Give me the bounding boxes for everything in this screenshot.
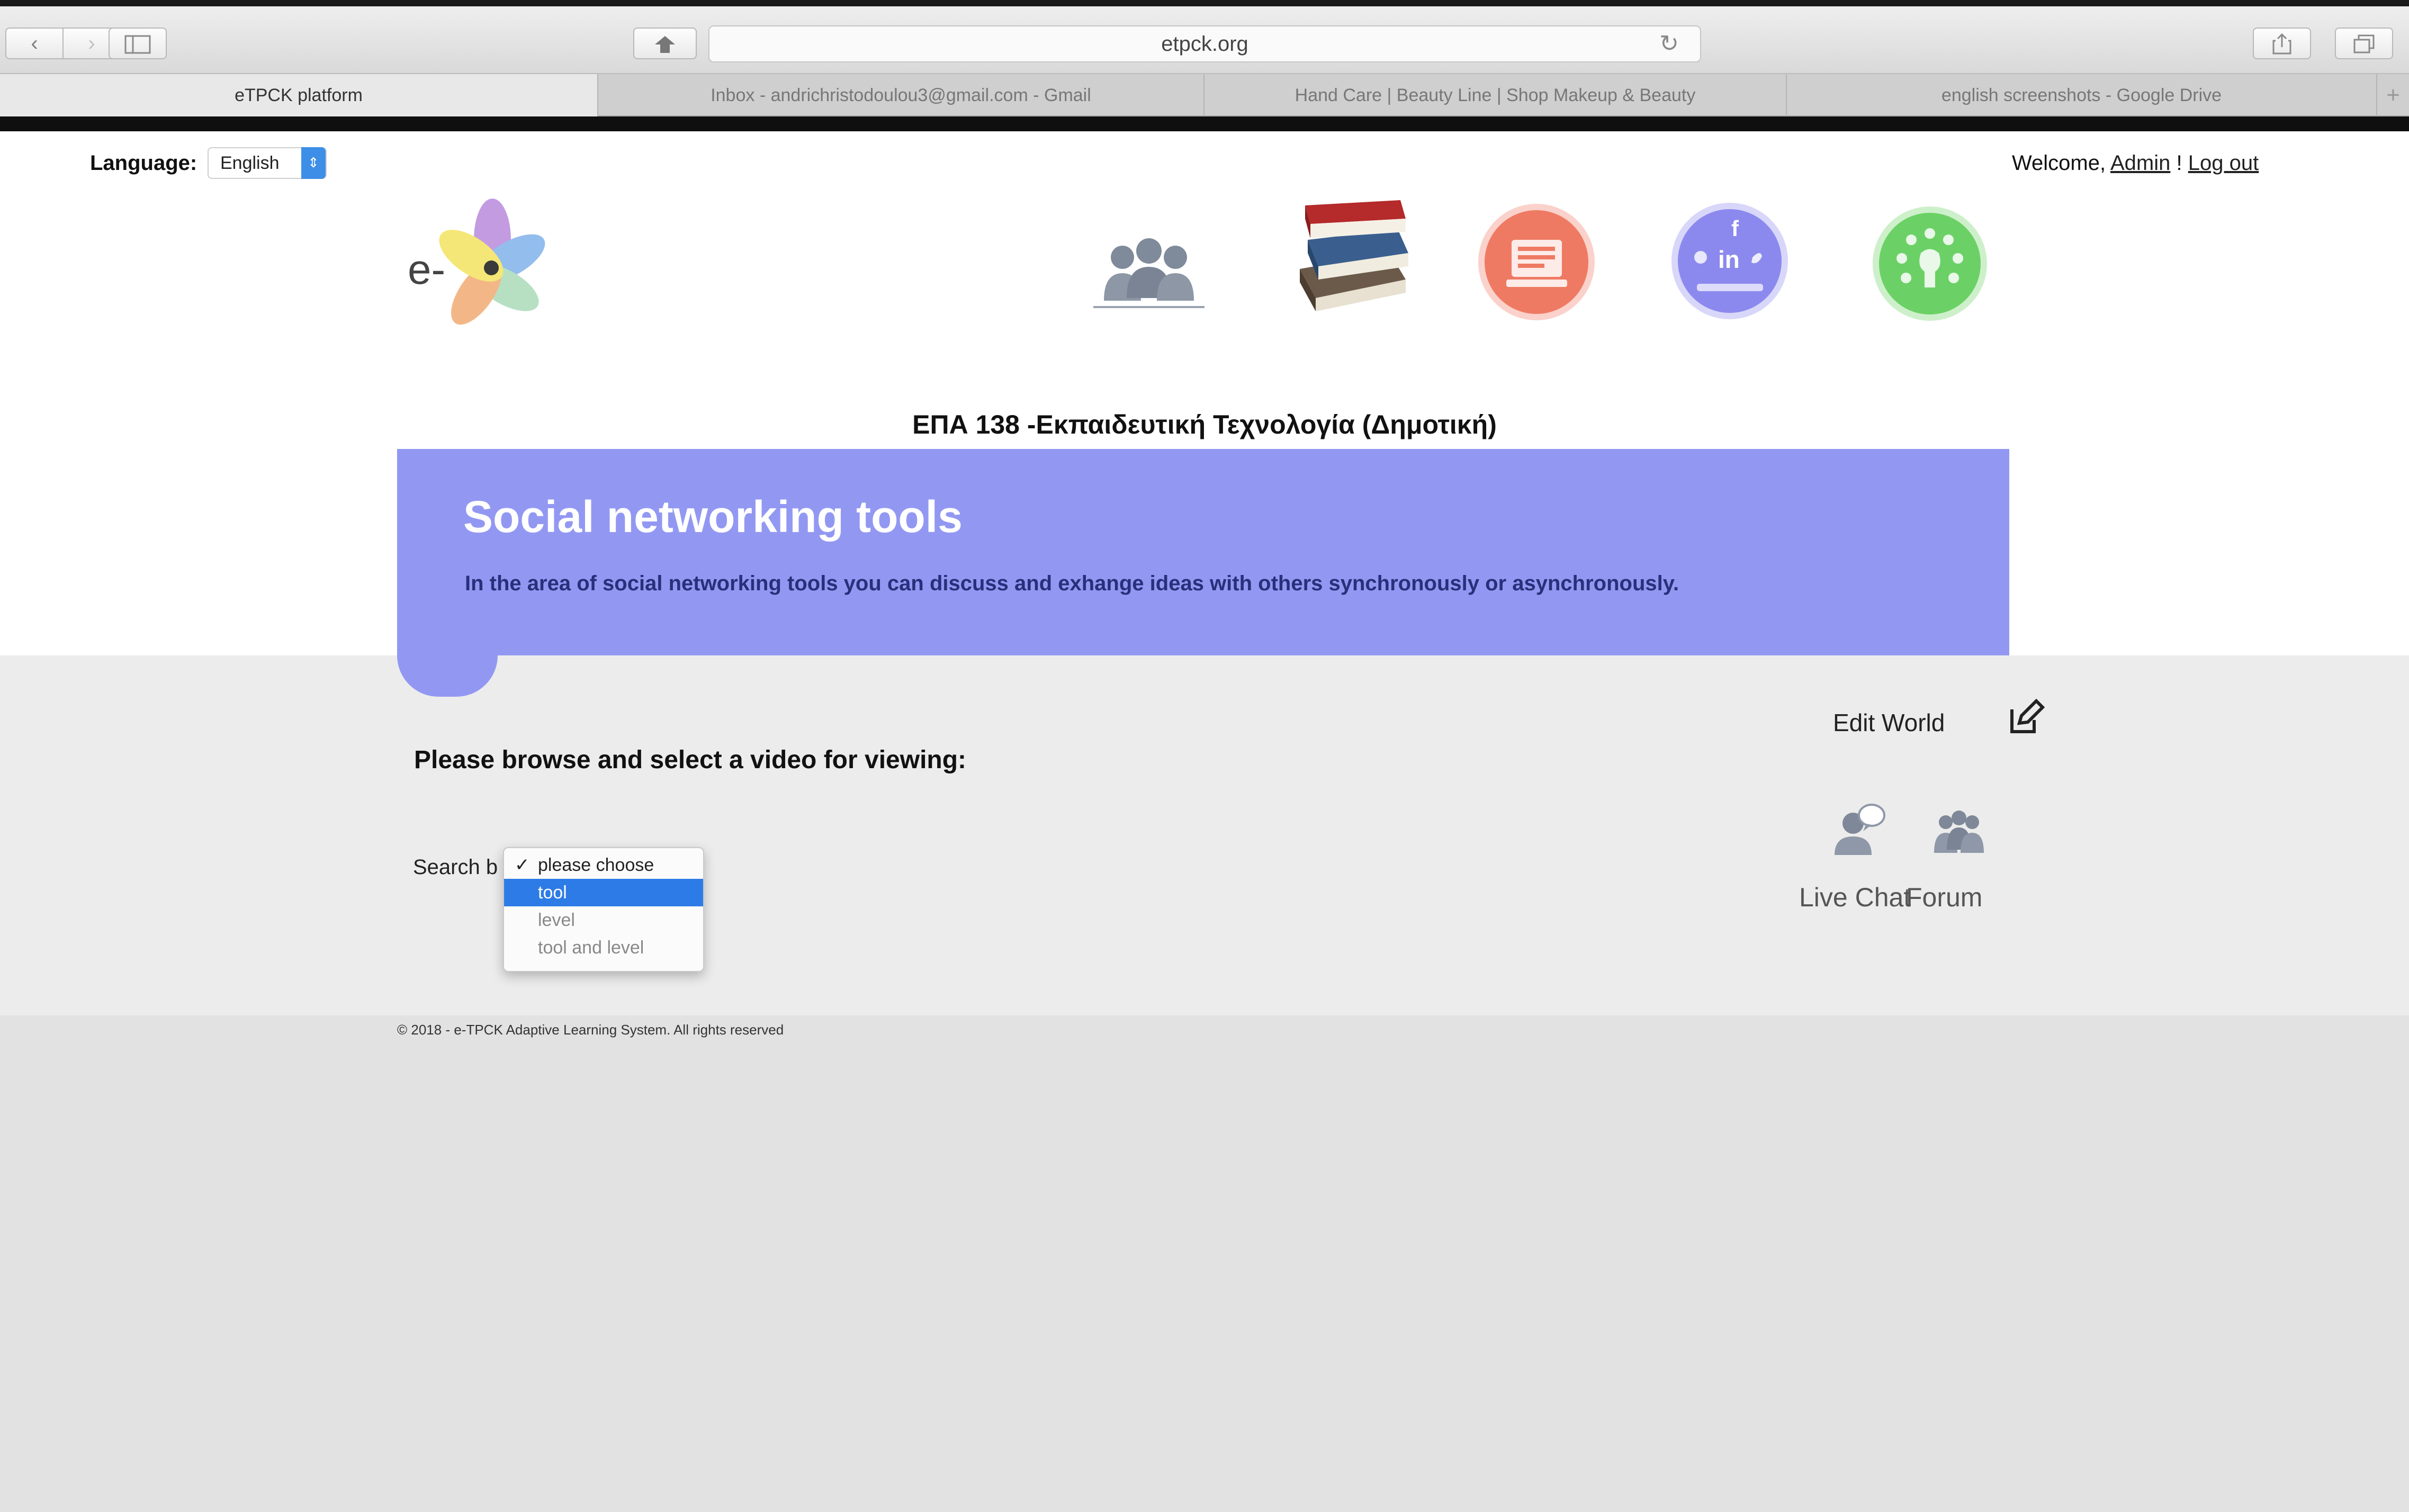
- social-media-icon[interactable]: f in: [1668, 199, 1792, 323]
- banner-tab-decoration: [397, 655, 498, 697]
- page-body: Language: English ⇕ Welcome, Admin ! Log…: [0, 131, 2409, 1512]
- tab-strip: eTPCK platform Inbox - andrichristodoulo…: [0, 74, 2409, 116]
- tab-etpck[interactable]: eTPCK platform: [0, 74, 598, 116]
- reload-icon[interactable]: ↻: [1659, 26, 1679, 61]
- plus-icon[interactable]: +: [2377, 74, 2409, 116]
- live-chat-label[interactable]: Live Chat: [1799, 882, 1911, 913]
- tab-google-drive[interactable]: english screenshots - Google Drive: [1787, 74, 2377, 116]
- svg-text:in: in: [1718, 246, 1740, 273]
- share-icon: [2272, 33, 2291, 55]
- browser-toolbar: ‹ › etpck.org ↻: [0, 6, 2409, 74]
- chevron-left-icon: ‹: [31, 32, 38, 55]
- window-divider: [0, 116, 2409, 131]
- welcome-text: Welcome,: [2012, 151, 2106, 175]
- idea-icon[interactable]: [1869, 203, 1991, 325]
- section-title: Social networking tools: [463, 492, 963, 542]
- books-icon[interactable]: [1284, 190, 1416, 322]
- admin-link[interactable]: Admin: [2110, 151, 2170, 175]
- course-icon[interactable]: [1475, 200, 1599, 325]
- cloud-extension-icon: [655, 36, 675, 53]
- tab-hand-care[interactable]: Hand Care | Beauty Line | Shop Makeup & …: [1204, 74, 1787, 116]
- tabs-icon: [2353, 34, 2375, 53]
- footer: © 2018 - e-TPCK Adaptive Learning System…: [0, 1015, 2409, 1512]
- extension-button[interactable]: [633, 28, 697, 59]
- option-tool[interactable]: tool: [504, 879, 703, 906]
- live-chat-icon[interactable]: [1829, 799, 1887, 858]
- back-button[interactable]: ‹: [5, 28, 64, 59]
- section-banner: Social networking tools In the area of s…: [397, 449, 2009, 655]
- sidebar-icon: [124, 35, 151, 54]
- logo-text: e-: [408, 246, 445, 293]
- share-button[interactable]: [2253, 28, 2311, 59]
- etpck-logo[interactable]: e-: [402, 195, 561, 332]
- search-by-dropdown[interactable]: please choose tool level tool and level: [503, 847, 704, 972]
- chevron-right-icon: ›: [88, 32, 95, 55]
- language-select[interactable]: English ⇕: [208, 147, 327, 179]
- copyright-text: © 2018 - e-TPCK Adaptive Learning System…: [397, 1022, 784, 1038]
- browse-instruction: Please browse and select a video for vie…: [414, 746, 967, 774]
- logout-link[interactable]: Log out: [2188, 151, 2259, 175]
- tab-gmail[interactable]: Inbox - andrichristodoulou3@gmail.com - …: [598, 74, 1204, 116]
- select-arrows-icon: ⇕: [301, 147, 326, 179]
- language-label: Language:: [90, 151, 197, 175]
- content-area: Please browse and select a video for vie…: [0, 655, 2409, 1015]
- forum-icon[interactable]: [1930, 806, 1988, 854]
- welcome-separator: !: [2176, 151, 2182, 175]
- language-value: English: [220, 153, 280, 173]
- edit-icon[interactable]: [2008, 699, 2045, 736]
- search-by-label: Search b: [413, 856, 498, 879]
- option-tool-and-level[interactable]: tool and level: [504, 934, 703, 961]
- section-description: In the area of social networking tools y…: [465, 572, 1679, 595]
- window-top-edge: [0, 0, 2409, 6]
- people-icon[interactable]: [1091, 232, 1207, 311]
- show-tabs-button[interactable]: [2335, 28, 2393, 59]
- forum-label[interactable]: Forum: [1906, 882, 1982, 913]
- course-title: ΕΠΑ 138 -Εκπαιδευτική Τεχνολογία (Δημοτι…: [912, 410, 1497, 439]
- address-bar[interactable]: etpck.org ↻: [708, 25, 1701, 62]
- sidebar-button[interactable]: [109, 28, 167, 59]
- edit-world-link[interactable]: Edit World: [1833, 708, 1945, 737]
- option-level[interactable]: level: [504, 906, 703, 934]
- svg-text:f: f: [1731, 216, 1739, 241]
- url-text: etpck.org: [1161, 32, 1248, 56]
- welcome-bar: Welcome, Admin ! Log out: [2012, 151, 2259, 175]
- option-please-choose[interactable]: please choose: [504, 851, 703, 879]
